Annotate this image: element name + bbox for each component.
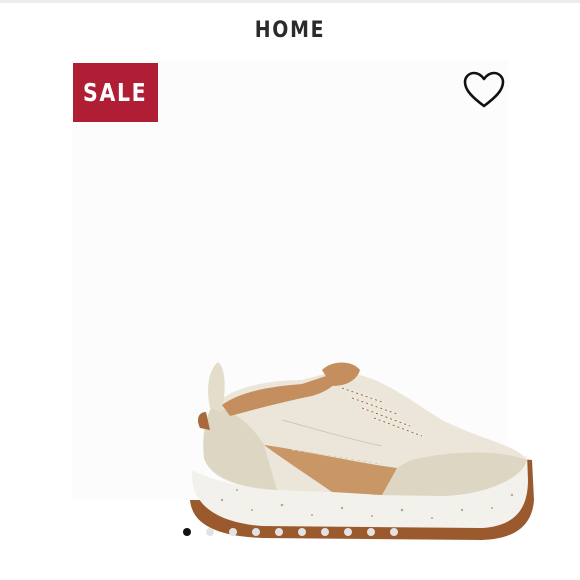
sale-badge-label: SALE bbox=[83, 78, 148, 107]
carousel-indicators bbox=[0, 528, 580, 536]
carousel-dot[interactable] bbox=[366, 528, 375, 536]
wishlist-button[interactable] bbox=[462, 70, 506, 110]
top-divider bbox=[0, 0, 580, 3]
heart-outline-icon bbox=[463, 71, 505, 108]
carousel-dot[interactable] bbox=[274, 528, 283, 536]
page-title: HOME bbox=[254, 18, 326, 43]
carousel-dot[interactable] bbox=[343, 528, 352, 536]
product-page: HOME SALE bbox=[0, 0, 580, 580]
carousel-dot[interactable] bbox=[228, 528, 237, 536]
carousel-dot[interactable] bbox=[182, 528, 191, 536]
carousel-dot[interactable] bbox=[251, 528, 260, 536]
shoe-illustration bbox=[190, 362, 534, 540]
product-image[interactable] bbox=[72, 60, 534, 540]
sale-badge: SALE bbox=[73, 63, 158, 122]
carousel-dot[interactable] bbox=[297, 528, 306, 536]
carousel-dot[interactable] bbox=[389, 528, 398, 536]
carousel-dot[interactable] bbox=[320, 528, 329, 536]
carousel-dot[interactable] bbox=[205, 528, 214, 536]
